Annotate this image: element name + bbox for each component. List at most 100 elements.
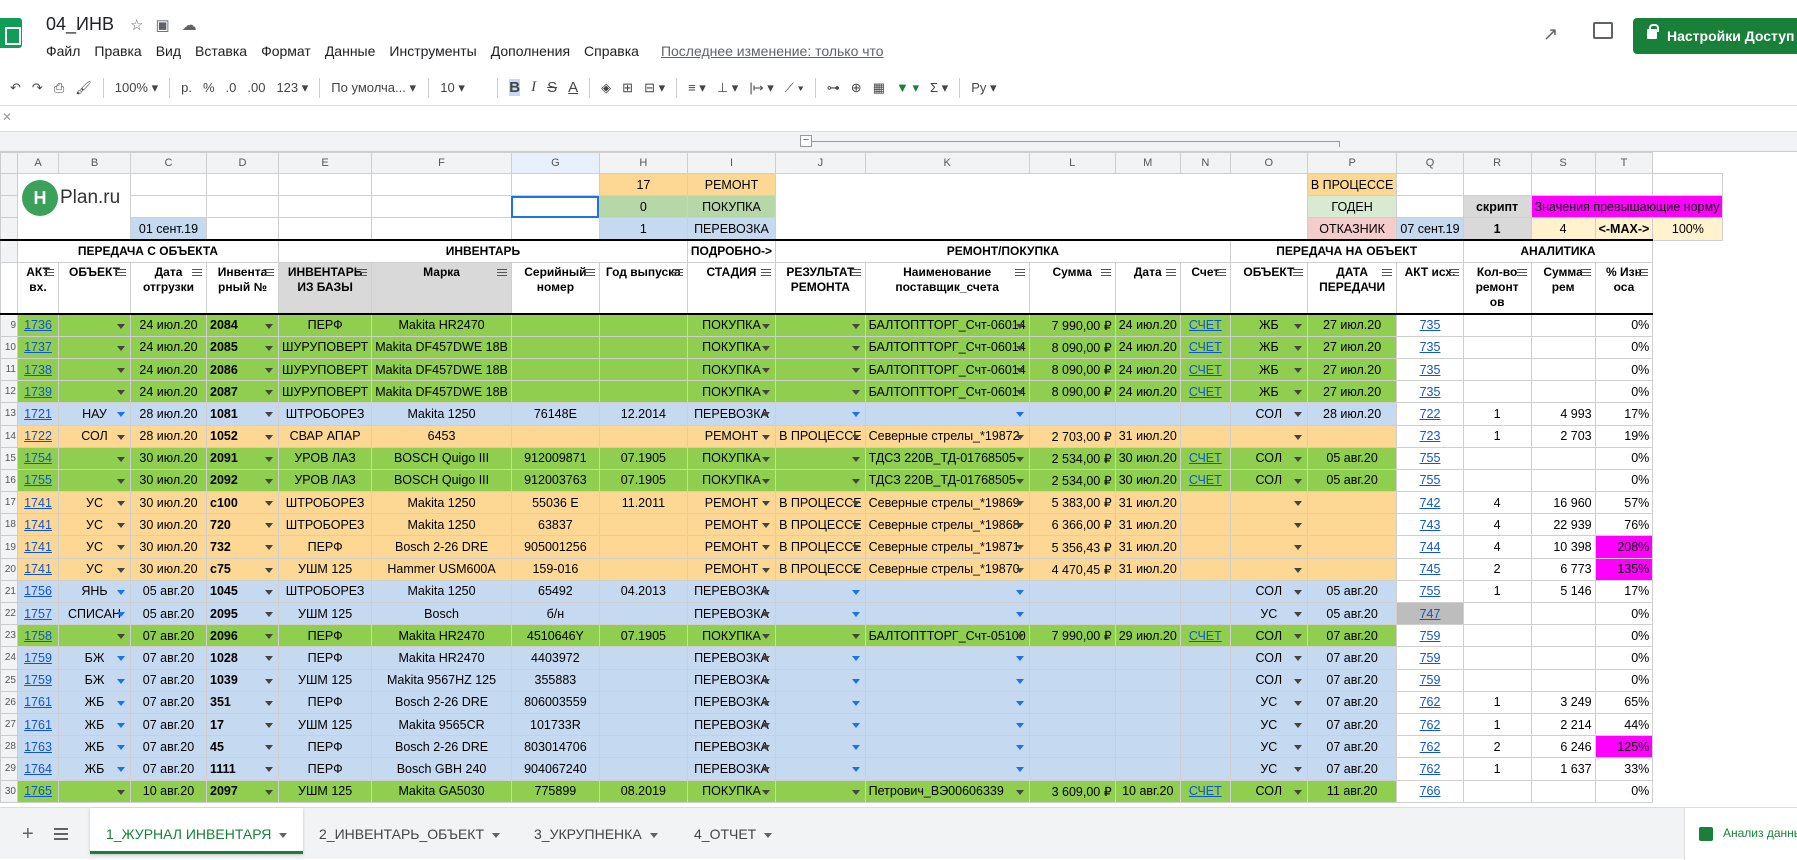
cell-i[interactable]: ПОКУПКА [686, 380, 777, 404]
cell-c[interactable]: 24 июл.20 [130, 313, 207, 337]
print-icon[interactable]: ⎙ [54, 80, 64, 96]
cell-k[interactable] [864, 402, 1030, 426]
cell-o[interactable]: ЖБ [1229, 313, 1308, 337]
cell-f[interactable]: 6453 [371, 424, 512, 448]
script-label[interactable]: скрипт [1462, 195, 1532, 219]
cell-k[interactable]: Петрович_ВЭ00606339 [864, 779, 1030, 803]
cell-c[interactable]: 10 авг.20 [130, 779, 207, 803]
cell-a[interactable]: 1741 [17, 535, 59, 559]
field-header-j[interactable]: РЕЗУЛЬТАТ РЕМОНТА [775, 261, 866, 316]
cell-r[interactable] [1462, 335, 1532, 359]
cell-m[interactable] [1114, 402, 1181, 426]
cell-o[interactable]: УС [1229, 601, 1308, 626]
cell-d[interactable]: 2096 [206, 624, 279, 648]
cell-l[interactable]: 5 383,00 ₽ [1028, 491, 1116, 515]
cell-f[interactable]: Makita 1250 [371, 491, 512, 515]
cell-m[interactable] [1114, 601, 1181, 626]
cell-f[interactable]: BOSCH Quigo III [371, 468, 512, 493]
cell-j[interactable] [775, 402, 866, 426]
row-number[interactable]: 20 [0, 557, 18, 581]
cell-q[interactable]: 766 [1396, 779, 1464, 803]
cell-a[interactable]: 1738 [17, 357, 59, 382]
cell-t[interactable]: 0% [1594, 357, 1654, 382]
cell-k[interactable]: Северные стрелы_*19868 [864, 513, 1030, 537]
text-wrap-icon[interactable]: |↦ ▾ [749, 80, 773, 96]
cell-m[interactable]: 24 июл.20 [1114, 357, 1181, 382]
cell-i[interactable]: РЕМОНТ [686, 491, 777, 515]
cell-b[interactable]: НАУ [58, 402, 131, 426]
all-sheets-icon[interactable] [54, 828, 68, 840]
cell-r[interactable] [1462, 668, 1532, 692]
cell-l[interactable] [1028, 646, 1116, 670]
cell-d[interactable]: 2087 [206, 380, 279, 404]
cell-h[interactable] [598, 735, 688, 759]
cell-p[interactable] [1306, 535, 1398, 559]
cell-a[interactable]: 1739 [17, 380, 59, 404]
cell-k[interactable]: ТДСЗ 220В_ТД-01768505 [864, 468, 1030, 493]
cell-c[interactable]: 05 авг.20 [130, 579, 207, 604]
cell-h[interactable] [598, 513, 688, 537]
column-header-q[interactable]: Q [1396, 152, 1464, 174]
cell-i[interactable]: ПЕРЕВОЗКА [686, 646, 777, 670]
cell-j[interactable] [775, 446, 866, 470]
cell-q[interactable]: 762 [1396, 757, 1464, 781]
field-header-l[interactable]: Сумма [1028, 261, 1116, 316]
cell-n[interactable] [1179, 557, 1231, 581]
cell-g[interactable]: 159-016 [510, 557, 600, 581]
cell-r[interactable]: 2 [1462, 735, 1532, 759]
cell-k[interactable] [864, 690, 1030, 714]
cell-q[interactable]: 735 [1396, 380, 1464, 404]
cell-m[interactable]: 30 июл.20 [1114, 446, 1181, 470]
field-header-s[interactable]: Сумма рем [1530, 261, 1596, 316]
cell-m[interactable]: 31 июл.20 [1114, 535, 1181, 559]
vertical-align-icon[interactable]: ⊥ ▾ [717, 80, 738, 96]
menu-addons[interactable]: Дополнения [491, 43, 570, 59]
row-number[interactable]: 17 [0, 491, 18, 515]
cell-d[interactable]: 2085 [206, 335, 279, 359]
cell-h[interactable]: 07.1905 [598, 468, 688, 493]
cell-k[interactable]: БАЛТОПТТОРГ_Счт-06014 [864, 313, 1030, 337]
date-start[interactable]: 01 сент.19 [130, 217, 207, 241]
cell-k[interactable]: БАЛТОПТТОРГ_Счт-06014 [864, 380, 1030, 404]
cell-o[interactable]: СОЛ [1229, 779, 1308, 803]
cell-a[interactable]: 1761 [17, 712, 59, 737]
cell-m[interactable]: 31 июл.20 [1114, 424, 1181, 448]
cell-g[interactable]: 65492 [510, 579, 600, 604]
cell-e[interactable]: ШТРОБОРЕЗ [277, 579, 373, 604]
cell-q[interactable]: 723 [1396, 424, 1464, 448]
activity-trend-icon[interactable]: ↗ [1543, 24, 1558, 45]
field-header-r[interactable]: Кол-во ремонт ов [1462, 261, 1532, 316]
menu-view[interactable]: Вид [156, 43, 181, 59]
cell-r[interactable]: 2 [1462, 557, 1532, 581]
cell-g[interactable] [510, 335, 600, 359]
cell-e[interactable]: ПЕРФ [277, 757, 373, 781]
field-header-a[interactable]: АКТ вх. [17, 261, 59, 316]
row-number[interactable]: 26 [0, 690, 18, 714]
font-size-select[interactable]: 10 ▾ [440, 80, 486, 96]
cell-i[interactable]: ПЕРЕВОЗКА [686, 579, 777, 604]
cell-d[interactable]: 1045 [206, 579, 279, 604]
cell-g[interactable] [510, 380, 600, 404]
column-header-f[interactable]: F [371, 152, 512, 174]
cell-j[interactable] [775, 757, 866, 781]
cell-o[interactable]: УС [1229, 757, 1308, 781]
cell-d[interactable]: 2091 [206, 446, 279, 470]
cell-h[interactable] [598, 712, 688, 737]
cell-p[interactable]: 05 авг.20 [1306, 579, 1398, 604]
cell-e[interactable]: ШТРОБОРЕЗ [277, 513, 373, 537]
font-family-select[interactable]: По умолча... ▾ [331, 80, 417, 96]
cell-d[interactable]: 1111 [206, 757, 279, 781]
cell-n[interactable] [1179, 535, 1231, 559]
cell-l[interactable]: 7 990,00 ₽ [1028, 624, 1116, 648]
cell-d[interactable]: 2084 [206, 313, 279, 337]
cell-f[interactable]: Makita 1250 [371, 579, 512, 604]
cell-l[interactable]: 7 990,00 ₽ [1028, 313, 1116, 337]
comments-icon[interactable] [1593, 22, 1613, 39]
cell-c[interactable]: 07 авг.20 [130, 757, 207, 781]
increase-decimal-button[interactable]: .00 [247, 80, 265, 95]
column-header-p[interactable]: P [1306, 152, 1398, 174]
cell-i[interactable]: ПОКУПКА [686, 624, 777, 648]
cell-t[interactable]: 65% [1594, 690, 1654, 714]
cell-p[interactable] [1306, 491, 1398, 515]
cell-b[interactable]: СПИСАН [58, 601, 131, 626]
